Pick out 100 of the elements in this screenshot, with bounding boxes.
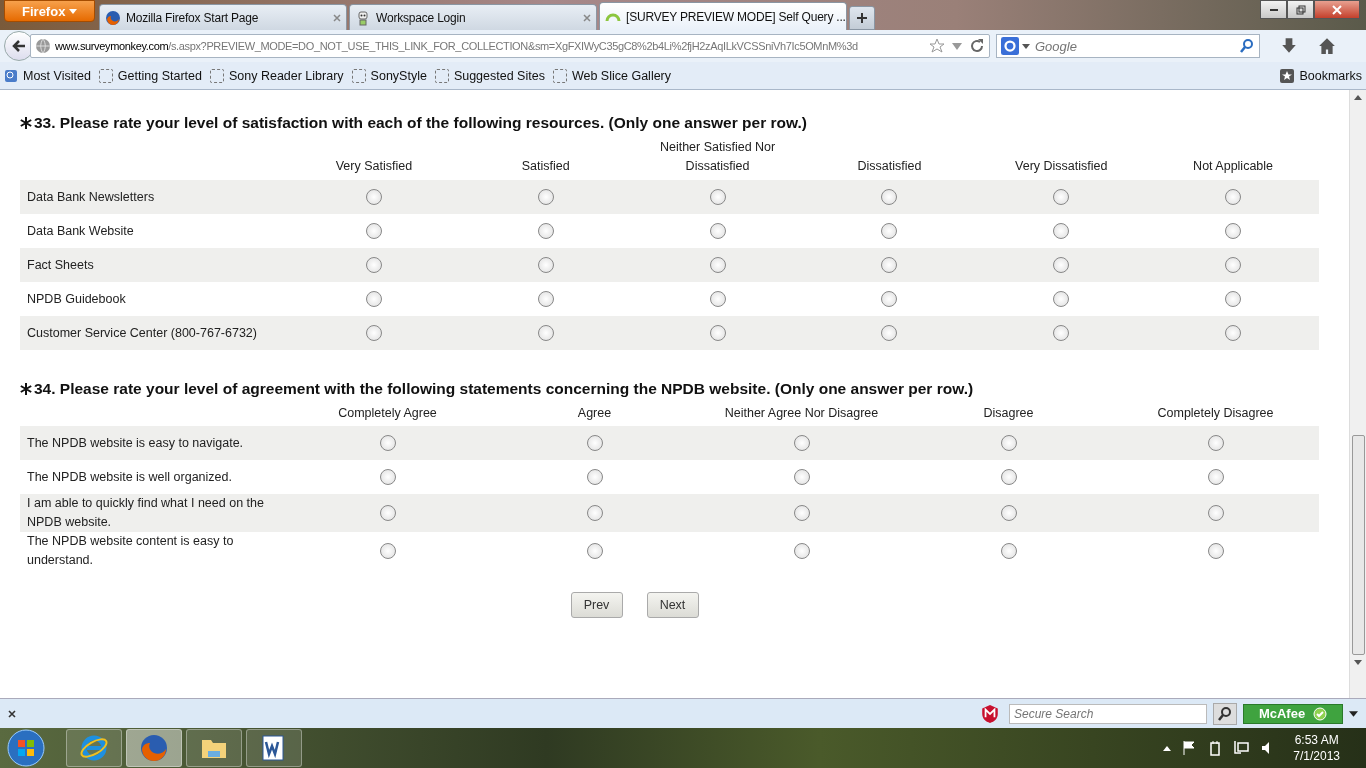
reload-icon[interactable] — [969, 38, 985, 54]
radio-button[interactable] — [709, 291, 726, 307]
dropdown-icon[interactable] — [1349, 710, 1358, 717]
clock[interactable]: 6:53 AM 7/1/2013 — [1293, 732, 1340, 764]
globe-fox-icon — [139, 733, 169, 763]
radio-button[interactable] — [881, 291, 898, 307]
scrollbar[interactable] — [1349, 90, 1366, 698]
radio-button[interactable] — [1225, 325, 1242, 341]
radio-button[interactable] — [793, 469, 810, 485]
search-button[interactable] — [1213, 702, 1237, 725]
bookmark-item[interactable]: Web Slice Gallery — [552, 68, 672, 83]
bookmarks-menu[interactable]: Bookmarks — [1280, 68, 1362, 83]
taskbar-app[interactable] — [66, 729, 122, 767]
browser-tab[interactable]: Workspace Login — [349, 4, 597, 30]
row-label: Data Bank Website — [26, 222, 135, 240]
scroll-down-icon[interactable] — [1354, 660, 1362, 665]
close-icon[interactable] — [8, 709, 16, 718]
radio-button[interactable] — [1053, 257, 1070, 273]
radio-button[interactable] — [1000, 469, 1017, 485]
close-icon — [1332, 4, 1342, 15]
radio-button[interactable] — [1207, 469, 1224, 485]
browser-tab[interactable]: [SURVEY PREVIEW MODE] Self Query ... — [599, 2, 847, 30]
restore-button[interactable] — [1287, 0, 1314, 19]
radio-button[interactable] — [365, 223, 382, 239]
bookmark-item[interactable]: SonyStyle — [351, 68, 427, 83]
radio-button[interactable] — [1053, 325, 1070, 341]
bookmark-item[interactable]: Getting Started — [98, 68, 202, 83]
caret-icon[interactable] — [1022, 43, 1030, 49]
radio-button[interactable] — [1000, 505, 1017, 521]
radio-button[interactable] — [365, 257, 382, 273]
globe-icon — [35, 38, 51, 54]
radio-button[interactable] — [1053, 291, 1070, 307]
close-button[interactable] — [1314, 0, 1360, 19]
radio-button[interactable] — [1225, 257, 1242, 273]
radio-button[interactable] — [537, 257, 554, 273]
scroll-thumb[interactable] — [1351, 435, 1365, 655]
radio-button[interactable] — [1207, 543, 1224, 559]
radio-button[interactable] — [881, 257, 898, 273]
bookmark-item[interactable]: Suggested Sites — [434, 68, 545, 83]
radio-button[interactable] — [881, 325, 898, 341]
radio-button[interactable] — [793, 505, 810, 521]
network-icon[interactable] — [1233, 740, 1250, 756]
minimize-button[interactable] — [1260, 0, 1287, 19]
radio-button[interactable] — [709, 189, 726, 205]
secure-search-field[interactable]: Secure Search — [1009, 703, 1207, 724]
search-box[interactable]: Google — [996, 34, 1260, 58]
radio-button[interactable] — [586, 469, 603, 485]
scroll-up-icon[interactable] — [1354, 95, 1362, 100]
radio-button[interactable] — [365, 291, 382, 307]
radio-button[interactable] — [881, 223, 898, 239]
taskbar-app[interactable] — [246, 729, 302, 767]
radio-button[interactable] — [379, 469, 396, 485]
radio-button[interactable] — [1225, 223, 1242, 239]
row-label: Fact Sheets — [20, 248, 288, 282]
bookmark-item[interactable]: Sony Reader Library — [209, 68, 344, 83]
radio-button[interactable] — [881, 189, 898, 205]
radio-button[interactable] — [586, 435, 603, 451]
radio-button[interactable] — [709, 223, 726, 239]
address-bar[interactable]: www.surveymonkey.com/s.aspx?PREVIEW_MODE=DO_NOT_USE_THIS_LINK_FOR_COLLECTION&sm=XgFXIWyC35gC8%2b4Li%2fjH2zAqILkVCSSniVh7Ic5OMnM%3d — [30, 34, 990, 58]
radio-button[interactable] — [537, 291, 554, 307]
minimize-icon — [1269, 8, 1278, 11]
bookmark-item[interactable]: Most Visited — [4, 68, 91, 83]
radio-button[interactable] — [1207, 505, 1224, 521]
taskbar-app[interactable] — [186, 729, 242, 767]
show-hidden-icons-button[interactable] — [1163, 745, 1172, 751]
radio-button[interactable] — [586, 505, 603, 521]
radio-button[interactable] — [793, 435, 810, 451]
download-icon[interactable] — [1280, 37, 1298, 55]
radio-button[interactable] — [365, 325, 382, 341]
home-icon[interactable] — [1318, 37, 1336, 55]
search-icon[interactable] — [1239, 38, 1255, 54]
column-header: Dissatisfied — [856, 158, 923, 175]
survey-nav-button[interactable]: Prev — [570, 592, 623, 618]
survey-nav-button[interactable]: Next — [646, 592, 699, 618]
radio-button[interactable] — [709, 325, 726, 341]
radio-button[interactable] — [1225, 189, 1242, 205]
radio-button[interactable] — [1053, 223, 1070, 239]
radio-button[interactable] — [793, 543, 810, 559]
browser-tab[interactable]: Mozilla Firefox Start Page — [99, 4, 347, 30]
radio-button[interactable] — [537, 325, 554, 341]
start-button[interactable] — [6, 728, 46, 768]
radio-button[interactable] — [365, 189, 382, 205]
radio-button[interactable] — [709, 257, 726, 273]
radio-button[interactable] — [1000, 435, 1017, 451]
radio-button[interactable] — [1000, 543, 1017, 559]
radio-button[interactable] — [1053, 189, 1070, 205]
radio-button[interactable] — [379, 505, 396, 521]
star-icon[interactable] — [929, 38, 945, 54]
radio-button[interactable] — [1225, 291, 1242, 307]
radio-button[interactable] — [1207, 435, 1224, 451]
radio-button[interactable] — [537, 223, 554, 239]
radio-button[interactable] — [586, 543, 603, 559]
taskbar-app[interactable] — [126, 729, 182, 767]
radio-button[interactable] — [379, 543, 396, 559]
page-icon — [351, 68, 366, 83]
radio-button[interactable] — [537, 189, 554, 205]
globe-fox-icon — [105, 9, 121, 26]
radio-button[interactable] — [379, 435, 396, 451]
column-header: Neither Agree Nor Disagree — [723, 405, 880, 422]
new-tab-button[interactable] — [849, 6, 875, 30]
